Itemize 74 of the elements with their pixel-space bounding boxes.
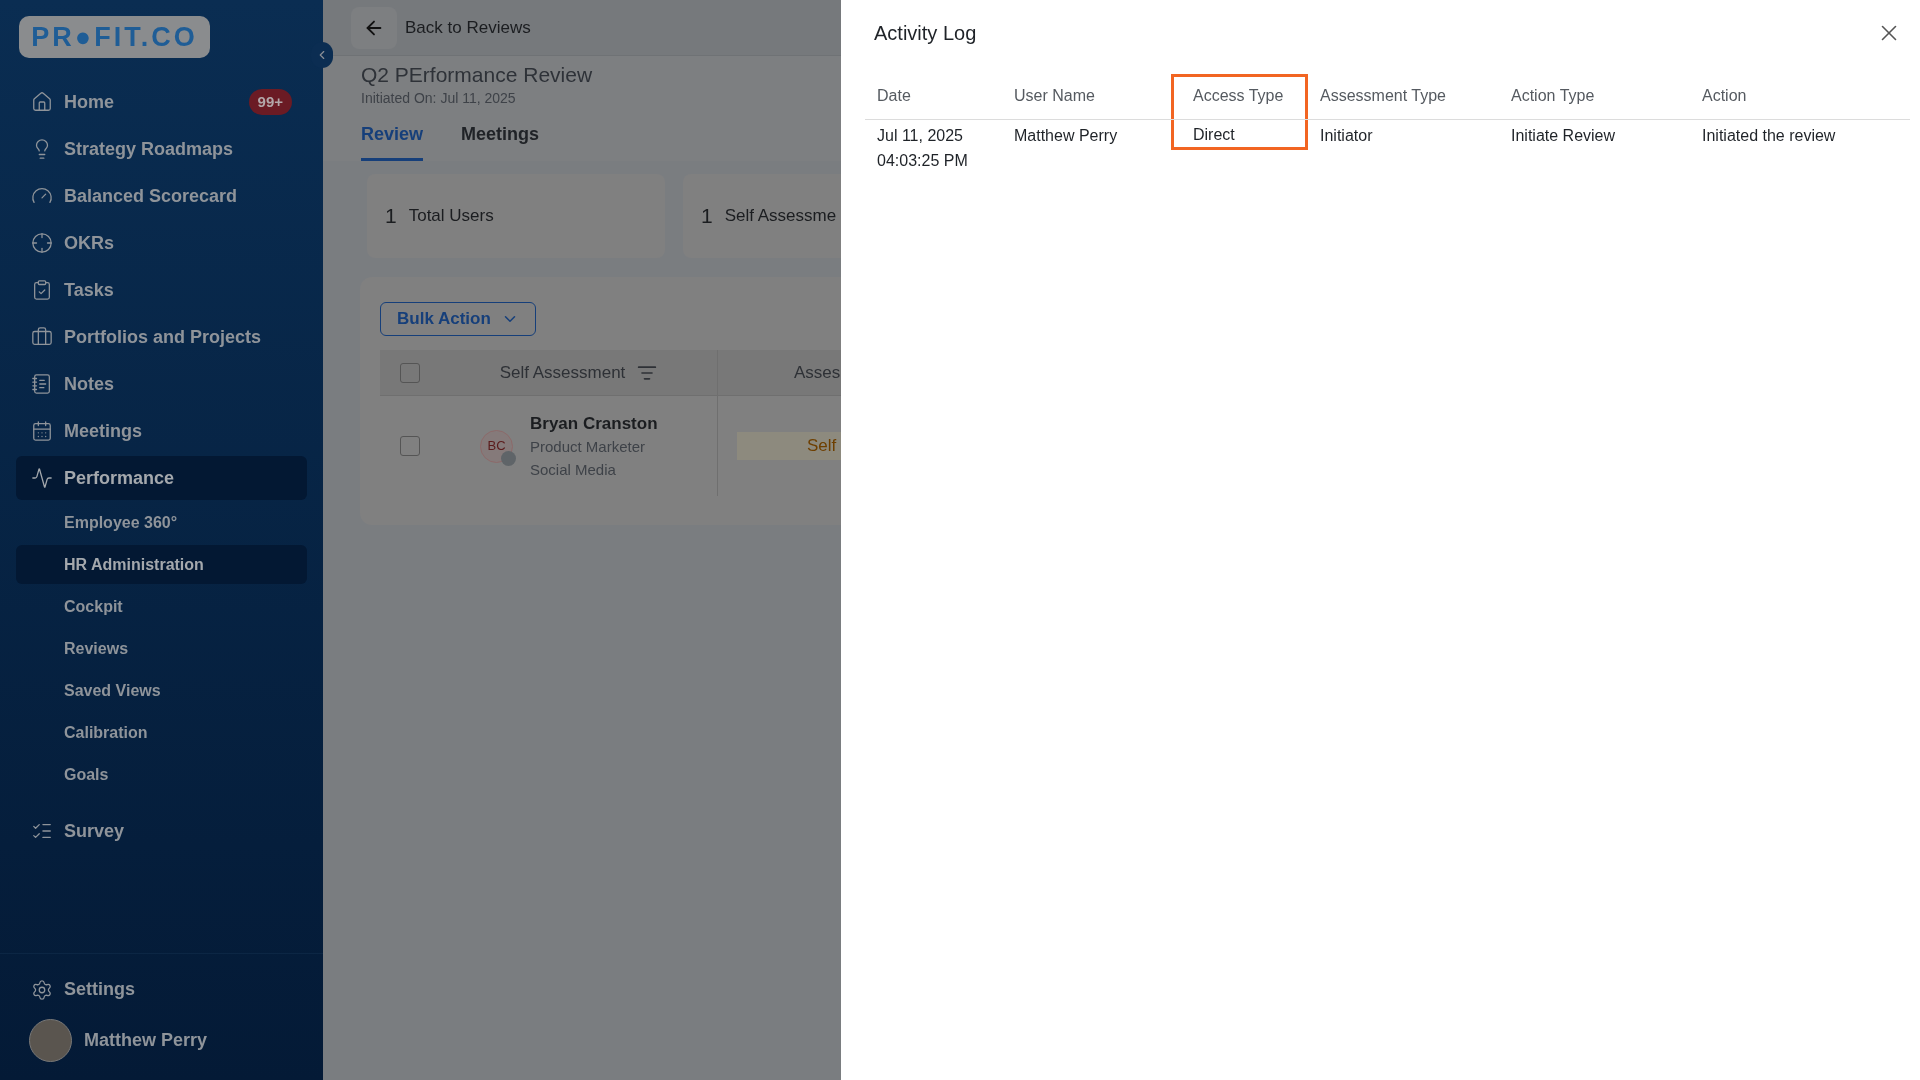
nav-label: Performance (64, 466, 176, 490)
nav-subitem[interactable]: Reviews (16, 629, 307, 668)
user-name[interactable]: Matthew Perry (84, 1027, 208, 1054)
initials-avatar: BC (480, 429, 513, 463)
status-pill: Self (737, 432, 841, 460)
nav-label: Home (64, 90, 115, 114)
nav-subitem[interactable]: Employee 360° (16, 503, 307, 542)
notification-badge: 99+ (248, 88, 292, 116)
nav-subitem[interactable]: HR Administration (16, 545, 307, 584)
column-header[interactable]: Self Assessment (440, 350, 718, 395)
review-title: Q2 PErformance Review (361, 62, 594, 88)
column-header: Action (1702, 86, 1748, 106)
calendar-icon (31, 420, 53, 442)
nav-item[interactable]: Home 99+ (16, 80, 307, 124)
nav-item[interactable]: Notes (16, 362, 307, 406)
nav-item[interactable]: Survey (16, 809, 307, 853)
chart-icon (31, 467, 53, 489)
checkbox[interactable] (400, 362, 420, 383)
column-header: Assessment Type (1320, 86, 1447, 106)
nav-item[interactable]: Strategy Roadmaps (16, 127, 307, 171)
stat-label: Total Users (408, 205, 494, 228)
employee-name[interactable]: Bryan Cranston (530, 411, 658, 435)
nav-label: Meetings (64, 419, 143, 443)
nav-subitem[interactable]: Cockpit (16, 587, 307, 626)
nav-subitem[interactable]: Saved Views (16, 671, 307, 710)
avatar-photo-placeholder[interactable] (29, 1019, 72, 1062)
nav-label: Survey (64, 819, 126, 843)
tab[interactable]: Review (361, 121, 424, 161)
nav-label: OKRs (64, 231, 115, 255)
column-header: Access Type (1193, 86, 1285, 106)
home-icon (31, 91, 53, 113)
column-header: Action Type (1511, 86, 1596, 106)
nav-item[interactable]: Settings (31, 976, 292, 1003)
bulk-action-button[interactable]: Bulk Action (380, 302, 536, 336)
nav-subitem[interactable]: Goals (16, 755, 307, 794)
column-header: Date (877, 86, 912, 106)
clipboard-icon (31, 279, 53, 301)
nav-label: Balanced Scorecard (64, 184, 239, 208)
back-link[interactable]: Back to Reviews (405, 14, 531, 41)
nav-item[interactable]: Balanced Scorecard (16, 174, 307, 218)
nav-item[interactable]: Performance (16, 456, 307, 500)
nav-label: Tasks (64, 278, 115, 302)
nav-item[interactable]: Portfolios and Projects (16, 315, 307, 359)
nav-label: Notes (64, 372, 115, 396)
table-cell-text: Initiated the review (1702, 126, 1837, 146)
nav-item[interactable]: Meetings (16, 409, 307, 453)
stat-value: 1 (385, 203, 397, 230)
notes-icon (31, 373, 53, 395)
stat-value: 1 (701, 203, 713, 230)
table-cell-text: Initiator (1320, 126, 1374, 146)
table-cell-text: Matthew Perry (1014, 126, 1119, 146)
column-header: User Name (1014, 86, 1096, 106)
settings-icon (31, 978, 53, 1001)
nav-item[interactable]: Tasks (16, 268, 307, 312)
table-cell-text: Initiate Review (1511, 126, 1617, 146)
stat-label: Self Assessme (724, 205, 837, 228)
table-cell-text: Direct (1193, 125, 1236, 145)
table-cell-text: Jul 11, 2025 04:03:25 PM (877, 126, 969, 171)
employee-team: Social Media (530, 459, 617, 480)
briefcase-icon (31, 326, 53, 348)
employee-role: Product Marketer (530, 436, 647, 457)
panel-title: Activity Log (874, 21, 977, 46)
nav-item[interactable]: OKRs (16, 221, 307, 265)
nav-subitem[interactable]: Calibration (16, 713, 307, 752)
checkbox[interactable] (400, 436, 420, 456)
nav-label: Settings (64, 978, 135, 1001)
back-button[interactable] (351, 6, 397, 49)
target-icon (31, 232, 53, 254)
initiated-date: Initiated On: Jul 11, 2025 (361, 89, 517, 108)
nav-label: Portfolios and Projects (64, 325, 263, 349)
nav-label: Strategy Roadmaps (64, 137, 235, 161)
column-label: Self Assessment (499, 361, 626, 384)
column-header: Asses (793, 361, 841, 384)
tab[interactable]: Meetings (461, 121, 540, 161)
